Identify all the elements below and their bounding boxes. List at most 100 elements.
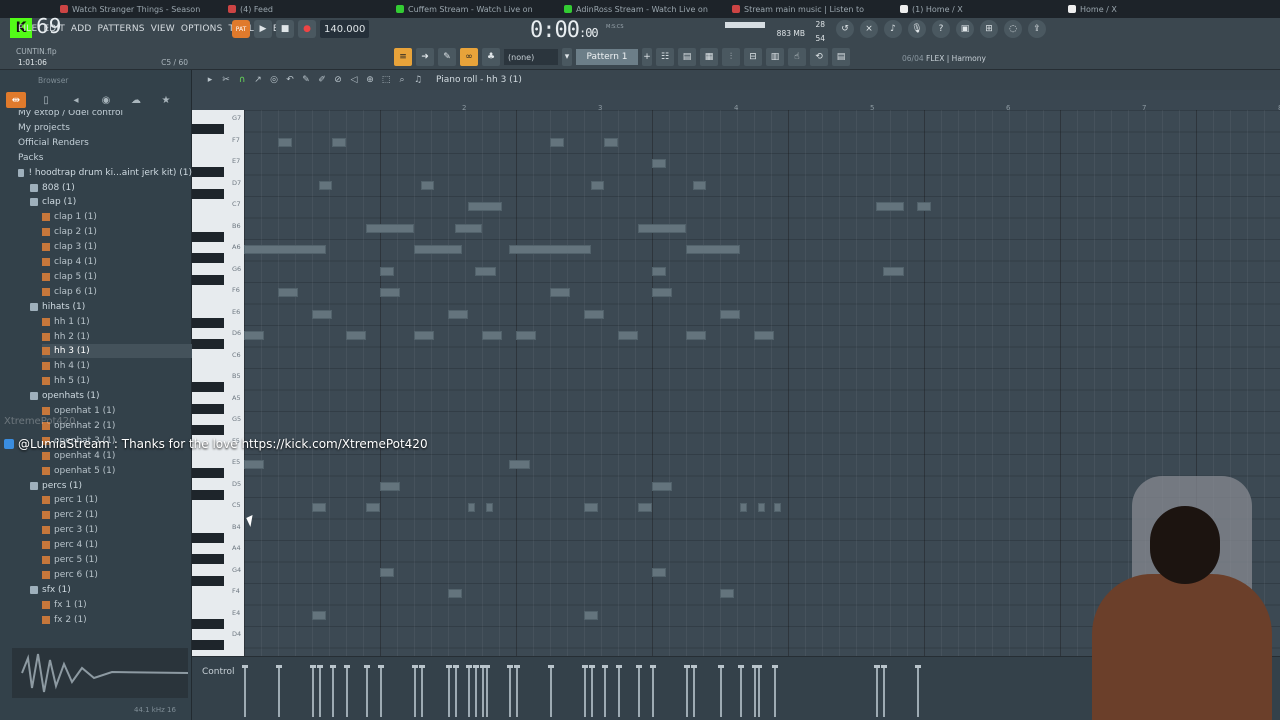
note[interactable] xyxy=(366,503,380,512)
menu-patterns[interactable]: PATTERNS xyxy=(98,24,145,34)
velocity-bar[interactable] xyxy=(276,665,282,717)
velocity-bar[interactable] xyxy=(548,665,554,717)
notes-icon[interactable]: ▤ xyxy=(832,48,850,66)
note[interactable] xyxy=(448,309,469,319)
note[interactable] xyxy=(380,567,394,577)
note[interactable] xyxy=(414,331,435,340)
black-key[interactable] xyxy=(192,124,224,134)
browser-folder-item[interactable]: sfx (1) xyxy=(30,583,192,597)
velocity-bar[interactable] xyxy=(650,665,656,717)
browser-tab[interactable]: Cuffem Stream - Watch Live on xyxy=(396,5,546,14)
undo-pr-icon[interactable]: ↶ xyxy=(284,74,296,86)
velocity-bar[interactable] xyxy=(364,665,371,717)
browser-folder-item[interactable]: My projects xyxy=(6,121,192,135)
note[interactable] xyxy=(346,331,367,340)
help-icon[interactable]: ? xyxy=(932,20,950,38)
pattern-add-icon[interactable]: + xyxy=(642,48,652,66)
note[interactable] xyxy=(454,223,482,233)
note[interactable] xyxy=(584,309,605,319)
note[interactable] xyxy=(244,331,265,340)
note[interactable] xyxy=(380,481,401,491)
note[interactable] xyxy=(468,503,476,512)
record-view-icon[interactable]: ⟲ xyxy=(810,48,828,66)
channel-rack-icon[interactable]: ▦ xyxy=(700,48,718,66)
browser-dot-icon[interactable]: ◉ xyxy=(96,92,116,108)
browser-back-icon[interactable]: ◂ xyxy=(66,92,86,108)
velocity-bar[interactable] xyxy=(684,665,690,717)
note[interactable] xyxy=(883,266,904,276)
browser-folder-item[interactable]: clap (1) xyxy=(30,195,192,209)
velocity-bar[interactable] xyxy=(582,665,588,717)
note[interactable] xyxy=(584,610,598,620)
note[interactable] xyxy=(468,202,503,211)
note[interactable] xyxy=(917,202,931,211)
velocity-bar[interactable] xyxy=(881,665,888,717)
typing-keyboard-icon[interactable]: ≡ xyxy=(394,48,412,66)
black-key[interactable] xyxy=(192,575,224,586)
note[interactable] xyxy=(618,331,639,340)
note[interactable] xyxy=(516,331,537,340)
note[interactable] xyxy=(638,223,686,233)
black-key[interactable] xyxy=(192,640,224,650)
play-button[interactable]: ▶ xyxy=(254,20,272,38)
velocity-bar[interactable] xyxy=(473,665,480,717)
note[interactable] xyxy=(244,460,265,469)
browser-file-item[interactable]: perc 4 (1) xyxy=(42,538,192,552)
pat-song-toggle[interactable]: PAT xyxy=(232,20,250,38)
mute-icon[interactable]: ◁ xyxy=(348,74,360,86)
browser-folder-item[interactable]: ! hoodtrap drum ki...aint jerk kit) (1) xyxy=(18,166,192,180)
note[interactable] xyxy=(652,481,673,491)
note[interactable] xyxy=(380,288,401,297)
black-key[interactable] xyxy=(192,188,224,199)
note[interactable] xyxy=(590,180,605,190)
black-key[interactable] xyxy=(192,403,224,414)
velocity-bar[interactable] xyxy=(690,665,697,717)
select-icon[interactable]: ⬚ xyxy=(380,74,392,86)
note[interactable] xyxy=(278,137,292,147)
note[interactable] xyxy=(475,266,496,276)
black-key[interactable] xyxy=(192,274,224,285)
velocity-bar[interactable] xyxy=(636,665,643,717)
velocity-bar[interactable] xyxy=(514,665,520,717)
browser-file-item[interactable]: perc 3 (1) xyxy=(42,523,192,537)
velocity-bar[interactable] xyxy=(484,665,491,717)
browser-view-icon[interactable]: ▥ xyxy=(766,48,784,66)
browser-file-item[interactable]: hh 1 (1) xyxy=(42,315,192,329)
velocity-bar[interactable] xyxy=(772,665,779,717)
save-icon[interactable]: ▣ xyxy=(956,20,974,38)
note[interactable] xyxy=(774,503,782,512)
browser-folder-item[interactable]: openhats (1) xyxy=(30,389,192,403)
delete-icon[interactable]: ⊘ xyxy=(332,74,344,86)
speaker-icon[interactable]: ♫ xyxy=(412,74,424,86)
pattern-down-icon[interactable]: ▾ xyxy=(562,48,572,66)
velocity-bar[interactable] xyxy=(316,665,323,717)
browser-folder-item[interactable]: hihats (1) xyxy=(30,300,192,314)
browser-file-item[interactable]: perc 1 (1) xyxy=(42,493,192,507)
note[interactable] xyxy=(692,180,707,190)
browser-file-item[interactable]: fx 2 (1) xyxy=(42,613,192,627)
browser-folder-item[interactable]: Packs xyxy=(6,151,192,165)
note[interactable] xyxy=(414,245,462,254)
note[interactable] xyxy=(550,288,571,297)
note[interactable] xyxy=(312,610,326,620)
tempo-display[interactable]: 140.000 xyxy=(320,20,370,38)
black-key[interactable] xyxy=(192,339,224,349)
browser-file-item[interactable]: clap 6 (1) xyxy=(42,285,192,299)
menu-add[interactable]: ADD xyxy=(71,24,92,34)
menu-arrow-icon[interactable]: ▸ xyxy=(204,74,216,86)
magnet-icon[interactable]: ∩ xyxy=(236,74,248,86)
browser-file-item[interactable]: clap 3 (1) xyxy=(42,240,192,254)
velocity-bar[interactable] xyxy=(310,665,316,717)
browser-file-item[interactable]: clap 1 (1) xyxy=(42,210,192,224)
black-key[interactable] xyxy=(192,231,224,242)
browser-file-item[interactable]: hh 3 (1) xyxy=(42,344,192,359)
browser-star-icon[interactable]: ★ xyxy=(156,92,176,108)
note[interactable] xyxy=(278,288,299,297)
draw-icon[interactable]: ✎ xyxy=(300,74,312,86)
velocity-bar[interactable] xyxy=(507,665,514,717)
black-key[interactable] xyxy=(192,618,224,629)
velocity-bar[interactable] xyxy=(588,665,595,717)
microphone-icon[interactable]: 🎙 xyxy=(908,20,926,38)
velocity-bar[interactable] xyxy=(446,665,452,717)
note[interactable] xyxy=(482,331,503,340)
